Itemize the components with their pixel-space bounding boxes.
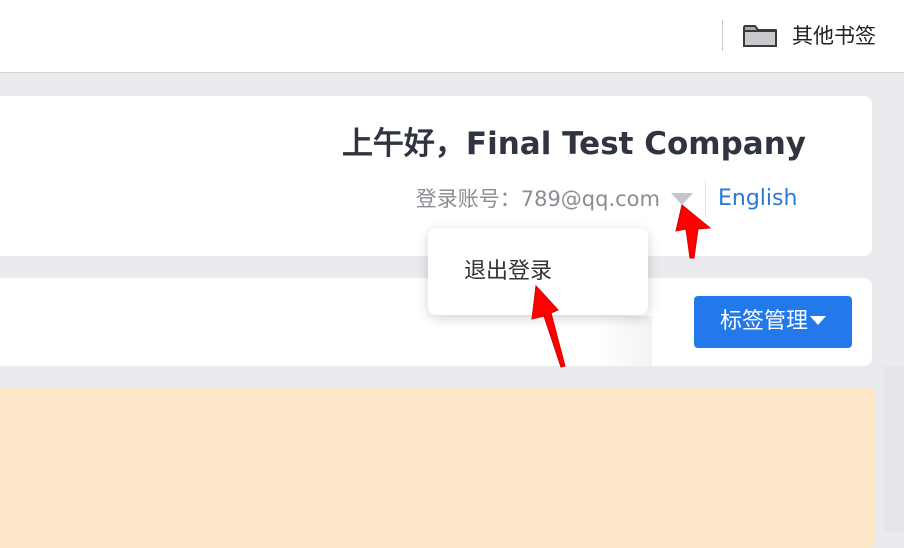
bookmark-bar-divider [722,20,723,51]
language-divider [705,181,706,217]
dropdown-shadow [600,316,652,366]
folder-icon[interactable] [743,24,777,48]
notice-panel [0,388,876,548]
account-label: 登录账号： [415,187,521,211]
greeting-title: 上午好，Final Test Company [341,126,806,162]
bookmark-folder-other[interactable]: 其他书签 [792,20,876,52]
tag-management-label: 标签管理 [719,309,808,334]
account-dropdown-menu: 退出登录 [428,228,648,315]
logout-menu-item[interactable]: 退出登录 [464,256,552,288]
tag-management-button[interactable]: 标签管理 [694,296,852,348]
account-dropdown-caret-icon[interactable] [671,193,693,205]
account-info: 登录账号：789@qq.com [416,183,660,215]
caret-down-icon [810,315,826,325]
account-value: 789@qq.com [520,187,660,211]
language-switch-link[interactable]: English [718,183,797,215]
scrollbar-track[interactable] [884,366,904,532]
bookmark-bar: 其他书签 [0,0,904,73]
